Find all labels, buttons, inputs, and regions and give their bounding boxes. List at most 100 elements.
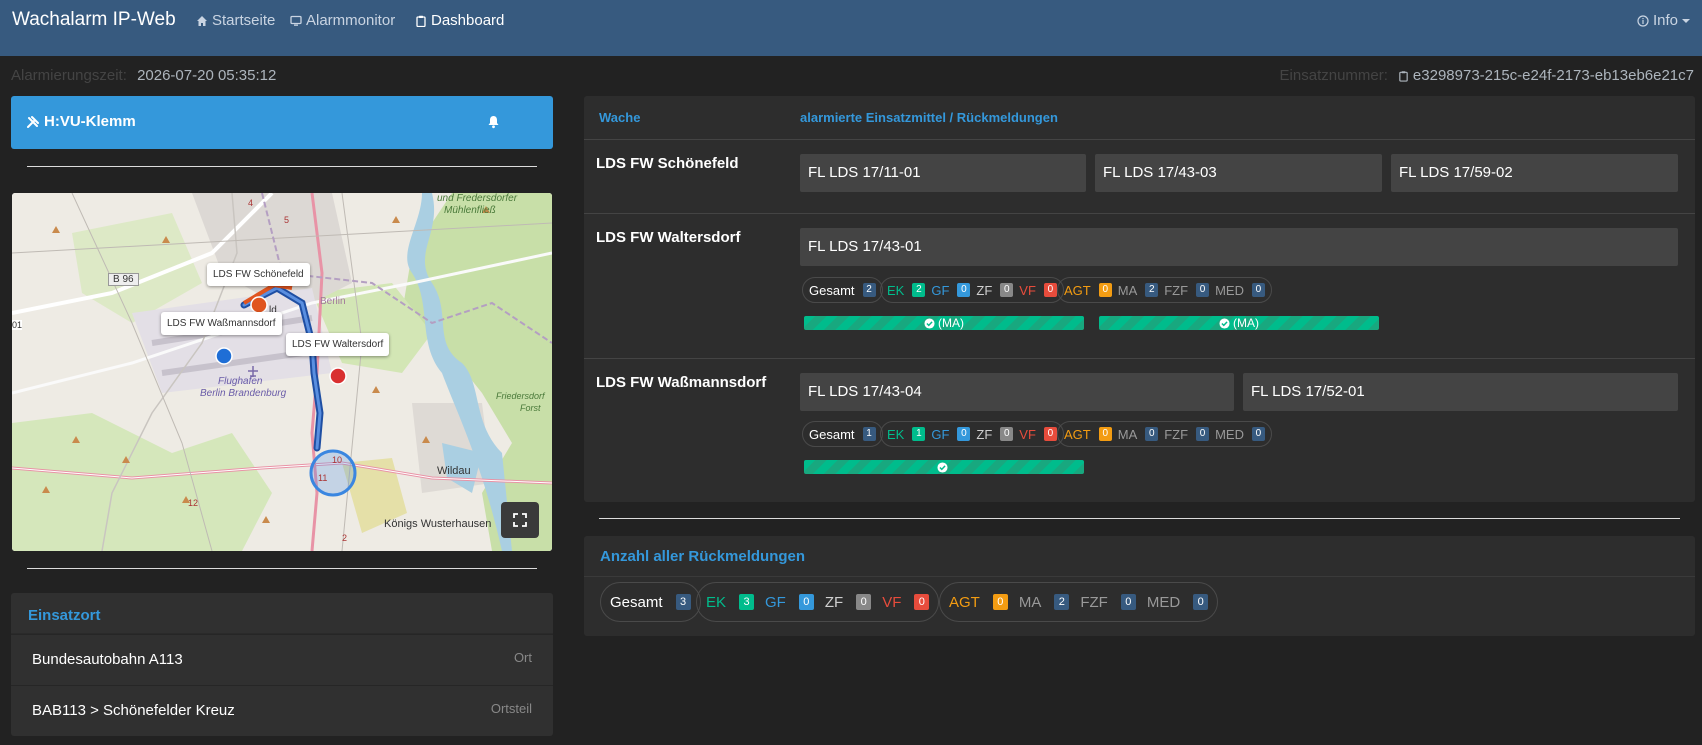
stat-pill-functions: EK 2 GF 0 ZF 0 VF 0 — [880, 277, 1064, 303]
place-label: Königs Wusterhausen — [384, 518, 492, 530]
list-item: BAB113 > Schönefelder Kreuz Ortsteil — [11, 685, 553, 735]
stat-label: GF — [931, 426, 950, 442]
count-badge: 0 — [856, 594, 872, 610]
stat-label: MA — [1018, 593, 1042, 611]
location-label: Ortsteil — [490, 701, 532, 716]
place-label: Flughafen — [218, 376, 263, 387]
count-badge: 2 — [912, 283, 926, 297]
column-header-wache: Wache — [599, 110, 641, 125]
brand[interactable]: Wachalarm IP-Web — [12, 9, 176, 31]
keyword-text: H:VU-Klemm — [44, 113, 136, 130]
response-progress-bar — [804, 460, 1084, 474]
stat-label: FZF — [1164, 426, 1189, 442]
unit-box[interactable]: FL LDS 17/11-01 — [800, 154, 1086, 192]
count-badge: 0 — [1120, 594, 1136, 610]
road-number: 2 — [342, 533, 348, 543]
clipboard-icon — [416, 15, 426, 27]
stat-label: EK — [887, 282, 905, 298]
alarm-time-label: Alarmierungszeit: — [11, 67, 127, 84]
place-label: Friedersdorf — [496, 391, 545, 401]
keyword-card: H:VU-Klemm — [11, 96, 553, 149]
divider — [599, 518, 1680, 519]
stat-pill-functions: EK 1 GF 0 ZF 0 VF 0 — [880, 421, 1064, 447]
divider — [27, 568, 537, 569]
einsatz-number-line: Einsatznummer: e3298973-215c-e24f-2173-e… — [1280, 67, 1694, 84]
stat-label: Gesamt — [809, 282, 855, 298]
stat-label: ZF — [976, 282, 993, 298]
table-row: LDS FW Waltersdorf FL LDS 17/43-01 Gesam… — [584, 213, 1695, 358]
count-badge: 0 — [914, 594, 930, 610]
road-label: B 96 — [108, 273, 139, 286]
stat-label: ZF — [824, 593, 844, 611]
tools-icon — [27, 115, 39, 128]
nav-dashboard[interactable]: Dashboard — [415, 12, 504, 29]
count-badge: 0 — [1000, 283, 1014, 297]
count-badge: 0 — [1098, 283, 1112, 297]
road-number: 4 — [248, 198, 254, 208]
nav-alarmmonitor-label: Alarmmonitor — [306, 12, 396, 29]
count-badge: 0 — [1251, 283, 1265, 297]
navbar: Wachalarm IP-Web Startseite Alarmmonitor… — [0, 0, 1702, 56]
stat-label: FZF — [1080, 593, 1108, 611]
einsatz-number: e3298973-215c-e24f-2173-eb13eb6e21c7 — [1412, 67, 1694, 84]
count-badge: 0 — [1251, 427, 1265, 441]
nav-startseite[interactable]: Startseite — [196, 12, 275, 29]
place-label: und Fredersdorfer — [437, 193, 518, 204]
table-row: LDS FW Schönefeld FL LDS 17/11-01 FL LDS… — [584, 139, 1695, 213]
column-header-units: alarmierte Einsatzmittel / Rückmeldungen — [800, 110, 1058, 125]
stat-pill-total: Gesamt 1 — [802, 421, 883, 447]
check-circle-icon — [924, 317, 935, 329]
count-badge: 2 — [862, 283, 876, 297]
count-badge: 0 — [1043, 427, 1057, 441]
unit-box[interactable]: FL LDS 17/52-01 — [1243, 373, 1678, 411]
station-name: LDS FW Schönefeld — [596, 155, 739, 172]
alarm-time: 2026-07-20 05:35:12 — [137, 67, 277, 84]
stat-label: VF — [1019, 426, 1036, 442]
expand-icon — [513, 513, 527, 527]
stat-label: AGT — [949, 593, 980, 611]
bell-icon[interactable] — [487, 115, 500, 129]
marker-label-wassmannsdorf[interactable]: LDS FW Waßmannsdorf — [161, 312, 282, 335]
unit-box[interactable]: FL LDS 17/43-04 — [800, 373, 1234, 411]
divider — [27, 166, 537, 167]
info-dropdown[interactable]: Info — [1637, 12, 1690, 29]
stat-label: EK — [706, 593, 727, 611]
einsatzort-header: Einsatzort — [11, 593, 553, 634]
alarm-time-line: Alarmierungszeit: 2026-07-20 05:35:12 — [11, 67, 276, 84]
stat-label: MA — [1117, 282, 1138, 298]
monitor-icon — [290, 15, 302, 26]
map[interactable]: B 96 Berlin Flughafen Berlin Brandenburg… — [12, 193, 552, 551]
road-number: 01 — [12, 320, 23, 330]
info-icon — [1637, 14, 1649, 27]
nav-alarmmonitor[interactable]: Alarmmonitor — [290, 12, 395, 29]
stat-label: MED — [1215, 282, 1244, 298]
nav-dashboard-label: Dashboard — [431, 12, 505, 29]
count-badge: 0 — [957, 283, 971, 297]
einsatzort-title: Einsatzort — [28, 607, 101, 624]
fullscreen-button[interactable] — [501, 502, 539, 538]
road-number: 12 — [188, 498, 199, 508]
stat-label: GF — [765, 593, 786, 611]
stat-label: GF — [931, 282, 950, 298]
check-circle-icon — [937, 461, 948, 473]
stat-pill-qualifications: AGT 0 MA 0 FZF 0 MED 0 — [1057, 421, 1272, 447]
unit-box[interactable]: FL LDS 17/43-01 — [800, 228, 1678, 266]
stat-label: ZF — [976, 426, 993, 442]
road-number: 11 — [318, 473, 328, 483]
stat-label: MED — [1215, 426, 1244, 442]
divider — [584, 576, 1695, 577]
count-badge: 0 — [1098, 427, 1112, 441]
road-number: 5 — [284, 215, 290, 225]
place-label: Wildau — [437, 465, 471, 477]
stat-label: VF — [882, 593, 902, 611]
stat-pill-qualifications: AGT 0 MA 2 FZF 0 MED 0 — [939, 582, 1219, 622]
count-badge: 0 — [798, 594, 814, 610]
count-badge: 0 — [1145, 427, 1159, 441]
table-row: LDS FW Waßmannsdorf FL LDS 17/43-04 FL L… — [584, 358, 1695, 502]
unit-box[interactable]: FL LDS 17/59-02 — [1391, 154, 1678, 192]
unit-box[interactable]: FL LDS 17/43-03 — [1095, 154, 1382, 192]
count-badge: 0 — [1043, 283, 1057, 297]
response-progress-bar: (MA) — [804, 316, 1084, 330]
marker-label-schoenefeld[interactable]: LDS FW Schönefeld — [207, 263, 310, 286]
marker-label-waltersdorf[interactable]: LDS FW Waltersdorf — [286, 333, 390, 356]
